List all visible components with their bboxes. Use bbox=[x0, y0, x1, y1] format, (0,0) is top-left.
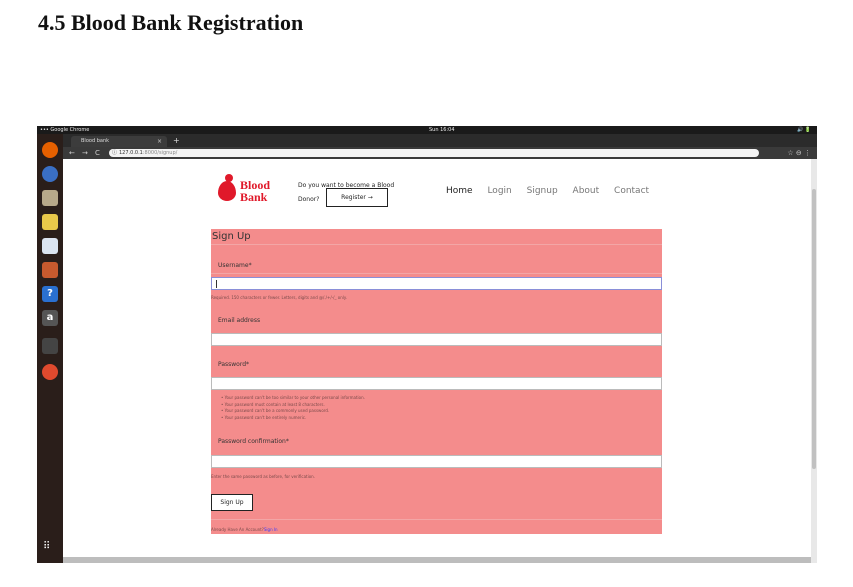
divider bbox=[211, 244, 662, 245]
text-caret bbox=[216, 280, 217, 288]
url-path: :8000/signup/ bbox=[142, 150, 178, 156]
close-tab-icon[interactable]: × bbox=[157, 136, 162, 147]
logo-drop-icon bbox=[218, 181, 236, 201]
divider bbox=[211, 519, 662, 520]
tab-title: Blood bank bbox=[81, 138, 110, 144]
password-rules-list: • Your password can't be too similar to … bbox=[221, 395, 365, 421]
email-label: Email address bbox=[218, 317, 261, 324]
forward-icon[interactable]: → bbox=[82, 148, 88, 158]
browser-window: Blood bank × + ← → C ⓘ 127.0.0.1:8000/si… bbox=[63, 134, 817, 563]
logo-text-bank: Bank bbox=[240, 190, 268, 204]
new-tab-icon[interactable]: + bbox=[173, 136, 180, 145]
amazon-icon[interactable]: a bbox=[42, 310, 58, 326]
nav-about[interactable]: About bbox=[573, 186, 600, 196]
files-icon[interactable] bbox=[42, 190, 58, 206]
activities-label[interactable]: ••• Google Chrome bbox=[40, 127, 89, 133]
toolbar: ← → C ⓘ 127.0.0.1:8000/signup/ ☆ ⊖ ⋮ bbox=[63, 147, 817, 159]
password-confirm-help-text: Enter the same password as before, for v… bbox=[211, 474, 315, 479]
dock: ? a ⠿ bbox=[37, 134, 63, 563]
password-confirm-label: Password confirmation* bbox=[218, 438, 289, 445]
username-help-text: Required. 150 characters or fewer. Lette… bbox=[211, 295, 347, 300]
signup-title: Sign Up bbox=[212, 231, 251, 242]
sign-up-button[interactable]: Sign Up bbox=[211, 494, 253, 511]
address-bar[interactable]: ⓘ 127.0.0.1:8000/signup/ bbox=[109, 149, 759, 157]
tab-strip: Blood bank × + bbox=[63, 134, 817, 152]
page-viewport: Blood Bank Do you want to become a Blood… bbox=[63, 159, 811, 563]
scrollbar-thumb[interactable] bbox=[812, 189, 816, 469]
username-label: Username* bbox=[218, 262, 252, 269]
reload-icon[interactable]: C bbox=[95, 148, 100, 158]
firefox-icon[interactable] bbox=[42, 142, 58, 158]
thunderbird-icon[interactable] bbox=[42, 166, 58, 182]
sign-in-link[interactable]: Sign In bbox=[264, 527, 278, 532]
terminal-icon[interactable] bbox=[42, 338, 58, 354]
password-confirm-input[interactable] bbox=[211, 455, 662, 468]
scrollbar[interactable] bbox=[811, 159, 817, 563]
app-grid-icon[interactable]: ⠿ bbox=[43, 542, 57, 557]
main-nav: Home Login Signup About Contact bbox=[446, 186, 661, 196]
back-icon[interactable]: ← bbox=[69, 148, 75, 158]
logo-text: Blood Bank bbox=[240, 179, 270, 203]
password-label: Password* bbox=[218, 361, 250, 368]
help-icon[interactable]: ? bbox=[42, 286, 58, 302]
email-input[interactable] bbox=[211, 333, 662, 346]
url-host: 127.0.0.1 bbox=[119, 150, 143, 156]
username-input[interactable] bbox=[211, 277, 662, 290]
site-info-icon[interactable]: ⓘ bbox=[112, 149, 117, 157]
document-heading: 4.5 Blood Bank Registration bbox=[38, 10, 304, 35]
desktop-screenshot: ••• Google Chrome Sun 16:04 🔊 🔋 ? a ⠿ Bl… bbox=[37, 126, 817, 563]
clock[interactable]: Sun 16:04 bbox=[429, 127, 455, 133]
signup-card: Sign Up Username* Required. 150 characte… bbox=[211, 229, 662, 534]
password-input[interactable] bbox=[211, 377, 662, 390]
chrome-icon[interactable] bbox=[42, 364, 58, 380]
rhythmbox-icon[interactable] bbox=[42, 214, 58, 230]
toolbar-right-icons[interactable]: ☆ ⊖ ⋮ bbox=[787, 148, 811, 158]
already-text: Already Have An Account? bbox=[211, 527, 264, 532]
password-rule: • Your password can't be entirely numeri… bbox=[221, 414, 307, 420]
blood-bank-logo[interactable]: Blood Bank bbox=[213, 171, 283, 209]
nav-signup[interactable]: Signup bbox=[527, 186, 558, 196]
software-center-icon[interactable] bbox=[42, 262, 58, 278]
document-page: 4.5 Blood Bank Registration ••• Google C… bbox=[0, 0, 853, 587]
nav-home[interactable]: Home bbox=[446, 186, 473, 196]
already-have-account: Already Have An Account?Sign In bbox=[211, 527, 278, 532]
nav-login[interactable]: Login bbox=[487, 186, 511, 196]
page-bottom-bar bbox=[63, 557, 811, 563]
site-header: Blood Bank Do you want to become a Blood… bbox=[63, 159, 811, 225]
divider bbox=[211, 273, 662, 274]
register-button[interactable]: Register → bbox=[326, 188, 388, 207]
os-top-bar: ••• Google Chrome Sun 16:04 🔊 🔋 bbox=[37, 126, 817, 134]
nav-contact[interactable]: Contact bbox=[614, 186, 649, 196]
writer-icon[interactable] bbox=[42, 238, 58, 254]
tab-blood-bank[interactable]: Blood bank × bbox=[71, 136, 167, 147]
system-tray[interactable]: 🔊 🔋 bbox=[797, 127, 811, 133]
